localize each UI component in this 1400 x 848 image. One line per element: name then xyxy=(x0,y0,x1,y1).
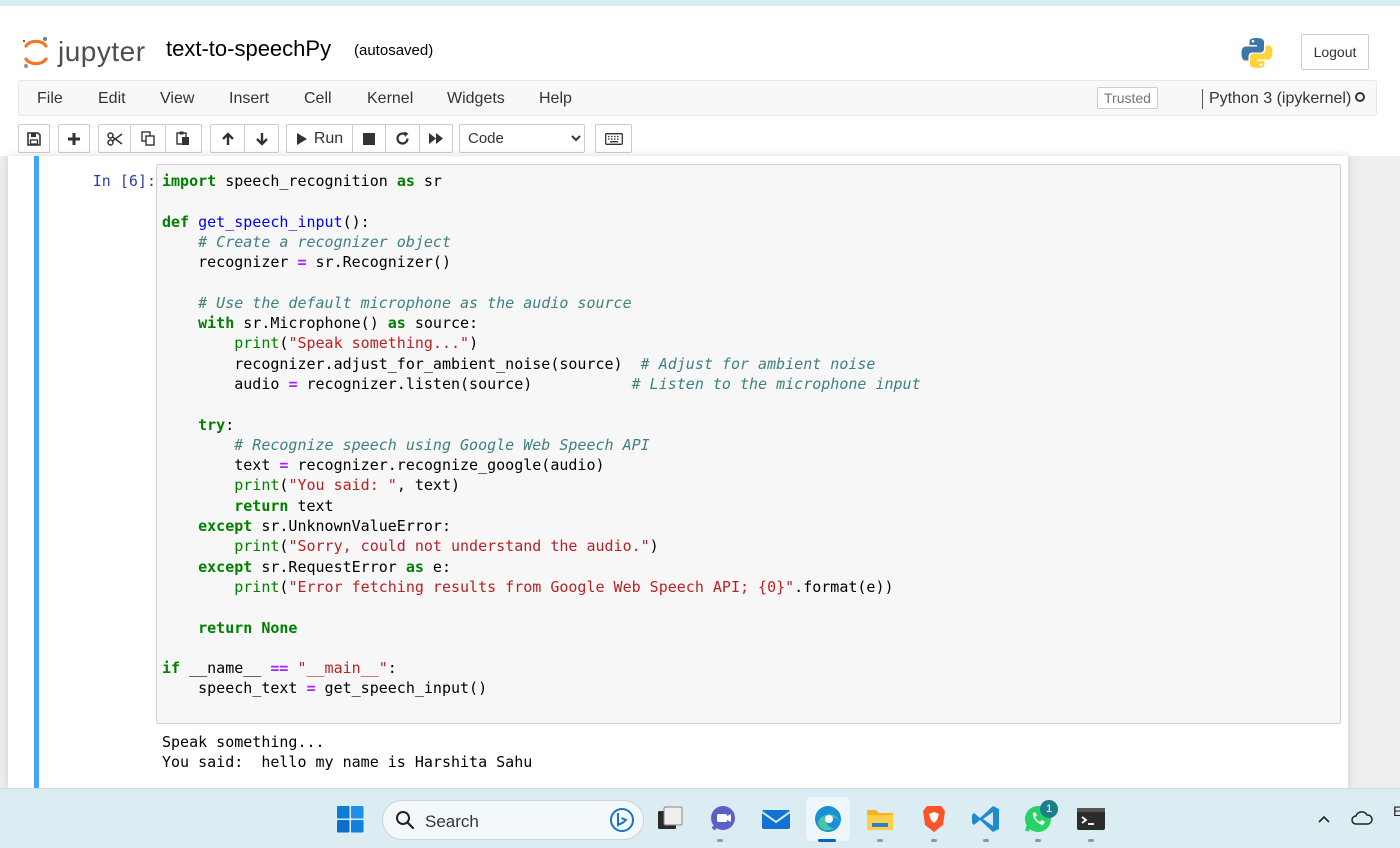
chevron-up-icon[interactable] xyxy=(1316,811,1332,827)
brave-browser-icon[interactable] xyxy=(918,803,950,835)
file-explorer-icon[interactable] xyxy=(864,803,896,835)
output-line: You said: hello my name is Harshita Sahu xyxy=(162,753,533,772)
running-indicator xyxy=(1088,839,1094,842)
teams-chat-icon[interactable] xyxy=(708,803,740,835)
running-indicator xyxy=(1035,839,1041,842)
terminal-icon[interactable] xyxy=(1075,803,1107,835)
restart-kernel-button[interactable] xyxy=(386,124,420,153)
menu-help[interactable]: Help xyxy=(539,90,572,108)
autosave-status: (autosaved) xyxy=(354,42,434,59)
menu-bar: File Edit View Insert Cell Kernel Widget… xyxy=(18,80,1377,116)
whatsapp-notification-badge: 1 xyxy=(1040,800,1058,818)
plus-icon xyxy=(68,132,80,145)
running-indicator xyxy=(717,839,723,842)
interrupt-kernel-button[interactable] xyxy=(353,124,386,153)
paste-cell-button[interactable] xyxy=(166,124,202,153)
paste-icon xyxy=(176,131,189,145)
fast-forward-icon xyxy=(429,133,443,144)
logout-button[interactable]: Logout xyxy=(1301,34,1369,70)
play-icon xyxy=(296,132,307,145)
python-logo-icon xyxy=(1241,38,1273,68)
notebook-toolbar: Run Code xyxy=(0,120,1400,156)
menu-view[interactable]: View xyxy=(160,90,194,108)
cut-icon xyxy=(106,131,122,146)
windows-start-icon[interactable] xyxy=(334,803,366,835)
running-indicator xyxy=(983,839,989,842)
move-cell-down-button[interactable] xyxy=(245,124,279,153)
arrow-up-icon xyxy=(221,131,234,145)
cell-type-select[interactable]: Code xyxy=(459,124,585,153)
kernel-separator xyxy=(1202,89,1203,109)
mail-icon[interactable] xyxy=(760,803,792,835)
save-button[interactable] xyxy=(18,124,50,153)
code-editor[interactable]: import speech_recognition as sr def get_… xyxy=(162,171,921,699)
notebook-title[interactable]: text-to-speechPy xyxy=(166,36,331,62)
run-button[interactable]: Run xyxy=(286,124,353,153)
running-indicator xyxy=(877,839,883,842)
selected-cell-indicator xyxy=(34,156,39,788)
search-label: Search xyxy=(425,812,479,831)
search-icon xyxy=(396,811,415,830)
vscode-icon[interactable] xyxy=(970,803,1002,835)
kernel-idle-indicator-icon xyxy=(1355,92,1365,102)
copy-cell-button[interactable] xyxy=(131,124,166,153)
tray-edge-text: E xyxy=(1393,803,1400,819)
code-cell-input[interactable]: import speech_recognition as sr def get_… xyxy=(156,164,1341,724)
jupyter-logo-icon[interactable] xyxy=(22,36,50,70)
restart-icon xyxy=(396,131,409,145)
restart-run-all-button[interactable] xyxy=(420,124,453,153)
menu-edit[interactable]: Edit xyxy=(98,90,126,108)
taskbar-search-box[interactable]: Search xyxy=(382,800,644,840)
menu-widgets[interactable]: Widgets xyxy=(447,90,505,108)
stop-icon xyxy=(363,132,375,145)
jupyter-logo-text[interactable]: jupyter xyxy=(58,36,146,68)
menu-insert[interactable]: Insert xyxy=(229,90,269,108)
copy-icon xyxy=(140,131,155,146)
arrow-down-icon xyxy=(255,132,268,146)
trusted-badge[interactable]: Trusted xyxy=(1097,87,1158,109)
output-line: Speak something... xyxy=(162,733,325,751)
menu-kernel[interactable]: Kernel xyxy=(367,90,413,108)
onedrive-cloud-icon[interactable] xyxy=(1351,809,1373,827)
active-app-indicator xyxy=(818,839,836,842)
notebook-container: In [6]: import speech_recognition as sr … xyxy=(0,156,1400,788)
bing-chat-icon[interactable] xyxy=(609,807,635,833)
notebook-page: In [6]: import speech_recognition as sr … xyxy=(8,156,1348,788)
input-prompt: In [6]: xyxy=(92,172,156,190)
menu-cell[interactable]: Cell xyxy=(304,90,332,108)
notebook-header: jupyter text-to-speechPy (autosaved) Log… xyxy=(0,6,1400,78)
save-icon xyxy=(27,131,41,146)
menu-file[interactable]: File xyxy=(37,90,63,108)
command-palette-button[interactable] xyxy=(595,124,632,153)
edge-browser-icon[interactable] xyxy=(812,803,844,835)
cell-output: Speak something... You said: hello my na… xyxy=(162,732,532,773)
kernel-name[interactable]: Python 3 (ipykernel) xyxy=(1209,90,1351,108)
run-label: Run xyxy=(313,129,344,147)
move-cell-up-button[interactable] xyxy=(210,124,245,153)
windows-taskbar: Search 1 E xyxy=(0,788,1400,848)
cut-cell-button[interactable] xyxy=(98,124,131,153)
insert-cell-button[interactable] xyxy=(58,124,90,153)
task-view-icon[interactable] xyxy=(654,803,686,835)
running-indicator xyxy=(931,839,937,842)
keyboard-icon xyxy=(604,132,623,145)
